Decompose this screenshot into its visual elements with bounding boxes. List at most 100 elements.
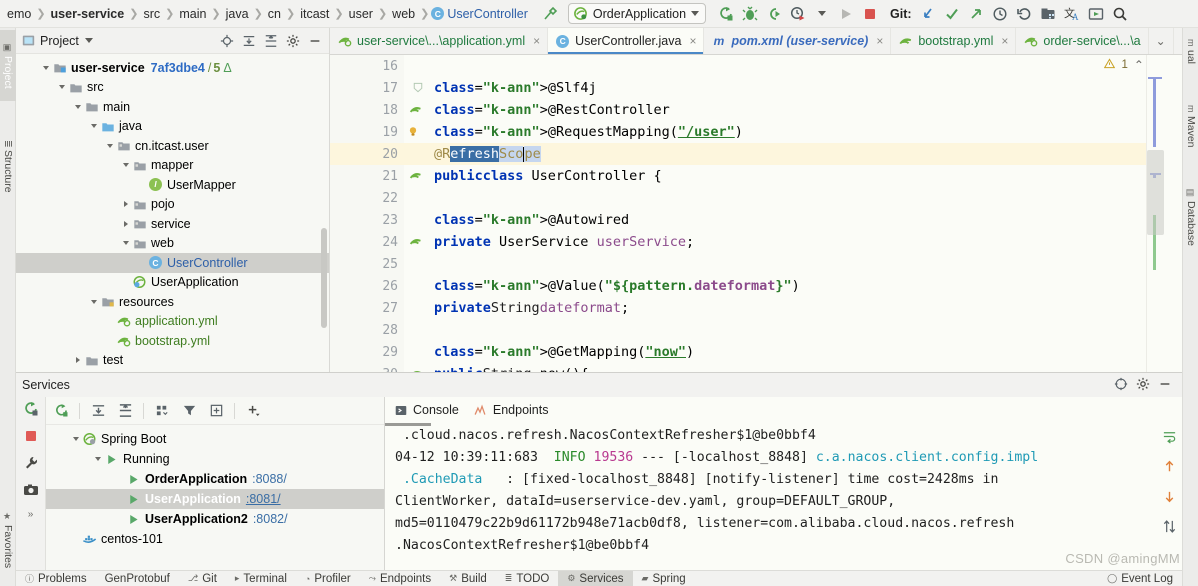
build-hammer-icon[interactable]: [538, 2, 562, 26]
code-line[interactable]: class = "k-ann" >@RequestMapping("/user"): [404, 121, 1146, 143]
chevron-down-icon[interactable]: [72, 101, 84, 113]
breadcrumb-item[interactable]: emo: [4, 7, 34, 21]
tool-window-button-profiler[interactable]: ◔ Profiler: [296, 571, 360, 586]
rerun-service-icon[interactable]: [23, 401, 39, 420]
screenshot-icon[interactable]: [23, 482, 39, 501]
compare-icon[interactable]: [1162, 519, 1177, 537]
tree-node[interactable]: pojo: [16, 195, 329, 215]
code-editor[interactable]: 16 17 18 19 20 21 22 23 24 25 26 27 28 29 30 class="k-…: [330, 55, 1182, 372]
service-row[interactable]: centos-101: [46, 529, 384, 549]
editor-tab[interactable]: bootstrap.yml ×: [891, 28, 1017, 54]
debug-icon[interactable]: [738, 2, 762, 26]
close-icon[interactable]: ×: [689, 34, 696, 48]
code-line[interactable]: private UserService userService;: [404, 231, 1146, 253]
tree-node[interactable]: service: [16, 214, 329, 234]
code-line[interactable]: [404, 187, 1146, 209]
soft-wrap-icon[interactable]: [1162, 429, 1177, 447]
gear-icon[interactable]: [1136, 377, 1150, 394]
tree-node[interactable]: test: [16, 351, 329, 371]
editor-tab[interactable]: order-service\...\a: [1016, 28, 1149, 54]
chevron-down-icon[interactable]: [88, 296, 100, 308]
service-row-selected[interactable]: UserApplication:8081/: [46, 489, 384, 509]
sidebar-item-project[interactable]: ▣ Project: [0, 30, 16, 101]
rerun-icon[interactable]: [714, 2, 738, 26]
service-port-link[interactable]: :8082/: [253, 512, 288, 526]
stop-icon[interactable]: [858, 2, 882, 26]
hide-icon[interactable]: [305, 31, 325, 51]
tree-node[interactable]: main: [16, 97, 329, 117]
chevron-down-icon[interactable]: [104, 140, 116, 152]
tree-node[interactable]: user-service 7af3dbe4/5 Δ: [16, 58, 329, 78]
run-configuration-selector[interactable]: OrderApplication: [567, 3, 707, 24]
tool-window-button-endpoints[interactable]: ⤳ Endpoints: [360, 571, 440, 586]
editor-tab[interactable]: C UserController.java ×: [548, 28, 705, 54]
project-tree[interactable]: user-service 7af3dbe4/5 Δsrc main java cn.itc…: [16, 54, 329, 370]
tree-node-selected[interactable]: C UserController: [16, 253, 329, 273]
scroll-up-icon[interactable]: [1162, 459, 1177, 477]
code-line[interactable]: [404, 319, 1146, 341]
tree-node[interactable]: src: [16, 78, 329, 98]
console-tab[interactable]: Console: [393, 403, 459, 417]
group-icon[interactable]: [151, 400, 173, 422]
services-side-toolbar[interactable]: »: [16, 397, 46, 570]
code-lines[interactable]: class = "k-ann" >@Slf4j class = "k-ann" >@RestC…: [404, 55, 1146, 372]
chevron-right-icon[interactable]: [120, 198, 132, 210]
chevron-right-icon[interactable]: [72, 354, 84, 366]
project-structure-icon[interactable]: [1036, 2, 1060, 26]
collapse-all-icon[interactable]: [261, 31, 281, 51]
status-tool-bar[interactable]: ⓘ Problems GenProtobuf ⎇ Git ▸ Terminal ◔ Profil…: [16, 570, 1182, 586]
sidebar-item-maven[interactable]: m Maven: [1183, 98, 1198, 155]
breadcrumb-item[interactable]: user: [346, 7, 376, 21]
event-log-button[interactable]: ◯ Event Log: [1098, 571, 1182, 586]
service-row[interactable]: UserApplication2:8082/: [46, 509, 384, 529]
editor-tab[interactable]: m pom.xml (user-service) ×: [704, 28, 892, 54]
chevron-up-icon[interactable]: ⌃: [1134, 58, 1144, 72]
editor-tab[interactable]: user-service\...\application.yml ×: [330, 28, 549, 54]
settings-gear-icon[interactable]: [283, 31, 303, 51]
tool-window-button-build[interactable]: ⚒ Build: [440, 571, 496, 586]
editor-tabs[interactable]: user-service\...\application.yml × C UserCo…: [330, 28, 1182, 55]
code-line[interactable]: class = "k-ann" >@Autowired: [404, 209, 1146, 231]
chevron-down-icon[interactable]: [70, 433, 82, 445]
more-icon[interactable]: »: [28, 509, 34, 520]
sidebar-item-favorites[interactable]: ★ Favorites: [0, 498, 16, 583]
breadcrumb-item[interactable]: cn: [265, 7, 284, 21]
chevron-down-icon[interactable]: [691, 11, 700, 16]
profile-icon[interactable]: [786, 2, 810, 26]
chevron-down-icon[interactable]: [92, 453, 104, 465]
rerun-icon[interactable]: [50, 400, 72, 422]
tree-node[interactable]: bootstrap.yml: [16, 331, 329, 351]
tool-window-button-services[interactable]: ⚙ Services: [558, 571, 633, 586]
sidebar-item-database[interactable]: ▤ Database: [1183, 178, 1198, 256]
tool-window-button-todo[interactable]: ≣ TODO: [496, 571, 559, 586]
console-output[interactable]: .cloud.nacos.refresh.NacosContextRefresh…: [385, 423, 1156, 570]
chevron-down-icon[interactable]: [88, 120, 100, 132]
code-line[interactable]: class = "k-ann" >@Slf4j: [404, 77, 1146, 99]
tool-window-button-spring[interactable]: ▰ Spring: [633, 571, 695, 586]
breadcrumb-item[interactable]: user-service: [48, 7, 128, 21]
code-line[interactable]: class = "k-ann" >@GetMapping("now"): [404, 341, 1146, 363]
sidebar-item-structure[interactable]: ≣ Structure: [0, 124, 16, 209]
translate-icon[interactable]: 文A: [1060, 2, 1084, 26]
search-everywhere-icon[interactable]: [1108, 2, 1132, 26]
breadcrumb-item[interactable]: main: [176, 7, 209, 21]
tree-node[interactable]: I UserMapper: [16, 175, 329, 195]
project-scrollbar[interactable]: [321, 228, 327, 328]
chevron-down-icon[interactable]: [56, 81, 68, 93]
code-line[interactable]: [404, 253, 1146, 275]
code-line[interactable]: private String dateformat;: [404, 297, 1146, 319]
services-tree[interactable]: Spring Boot Running OrderApplication:8088/…: [46, 425, 384, 549]
tool-window-button-terminal[interactable]: ▸ Terminal: [226, 571, 296, 586]
git-push-icon[interactable]: [964, 2, 988, 26]
service-port-link[interactable]: :8088/: [252, 472, 287, 486]
tree-node[interactable]: resources: [16, 292, 329, 312]
collapse-all-icon[interactable]: [114, 400, 136, 422]
add-icon[interactable]: [242, 400, 264, 422]
tool-window-button-problems[interactable]: ⓘ Problems: [16, 571, 96, 586]
console-tab-bar[interactable]: Console Endpoints: [385, 397, 1182, 423]
error-stripe-marker-bar[interactable]: [1146, 55, 1164, 372]
git-commit-icon[interactable]: [940, 2, 964, 26]
git-rollback-icon[interactable]: [1012, 2, 1036, 26]
chevron-right-icon[interactable]: [120, 218, 132, 230]
code-line[interactable]: class = "k-ann" >@RestController: [404, 99, 1146, 121]
